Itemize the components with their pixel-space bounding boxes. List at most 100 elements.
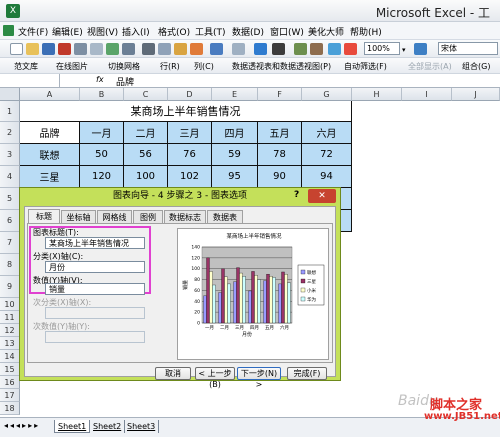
workbook-icon[interactable] [3,25,14,36]
row-header[interactable]: 10 [0,298,20,311]
menu-beautify[interactable]: 美化大师 [308,25,344,38]
row-header[interactable]: 8 [0,254,20,276]
column-header[interactable]: G [302,88,352,101]
toolbar-show-all[interactable]: 全部显示(A) [408,61,452,72]
column-header[interactable]: C [124,88,168,101]
finish-button[interactable]: 完成(F) [287,367,327,380]
x-axis-input[interactable]: 月份 [45,261,145,273]
save-icon[interactable] [42,43,55,55]
row-header[interactable]: 7 [0,232,20,254]
y-axis-input[interactable]: 销量 [45,283,145,295]
print-icon[interactable] [74,43,87,55]
row-header[interactable]: 15 [0,363,20,376]
tab-gridlines[interactable]: 网格线 [97,210,132,223]
value-cell[interactable]: 120 [80,166,124,188]
fx-icon[interactable]: fx [96,75,104,84]
zoom-chevron-down-icon[interactable]: ▾ [402,46,406,54]
copy-icon[interactable] [158,43,171,55]
toolbar-pivot[interactable]: 数据透视表和数据透视图(P) [232,61,331,72]
value-cell[interactable]: 94 [302,166,352,188]
next-button[interactable]: 下一步(N) > [237,367,281,389]
value-cell[interactable]: 56 [124,144,168,166]
value-cell[interactable]: 100 [124,166,168,188]
brand-cell[interactable]: 联想 [20,144,80,166]
chart-title-input[interactable]: 某商场上半年销售情况 [45,237,145,249]
row-header[interactable]: 11 [0,311,20,324]
drawing-icon[interactable] [344,43,357,55]
zoom-select[interactable]: 100% [364,42,400,55]
tab-legend[interactable]: 图例 [133,210,163,223]
menu-view[interactable]: 视图(V) [87,25,118,38]
column-header[interactable]: D [168,88,212,101]
row-header[interactable]: 13 [0,337,20,350]
paste-icon[interactable] [174,43,187,55]
menu-window[interactable]: 窗口(W) [270,25,304,38]
row-header[interactable]: 1 [0,101,20,122]
cut-icon[interactable] [142,43,155,55]
header-cell[interactable]: 三月 [168,122,212,144]
toolbar-fanwenku[interactable]: 范文库 [14,61,38,72]
tab-sheet3[interactable]: Sheet3 [124,420,160,433]
toolbar-toggle-grid[interactable]: 切换网格 [108,61,140,72]
column-header[interactable]: J [452,88,500,101]
menu-edit[interactable]: 编辑(E) [52,25,83,38]
row-header[interactable]: 16 [0,376,20,389]
spelling-icon[interactable] [106,43,119,55]
undo-icon[interactable] [210,43,223,55]
excel-app-icon[interactable]: X [6,4,20,18]
row-header[interactable]: 14 [0,350,20,363]
permission-icon[interactable] [58,43,71,55]
table-title[interactable]: 某商场上半年销售情况 [20,101,352,122]
toolbar-row[interactable]: 行(R) [160,61,180,72]
row-header[interactable]: 5 [0,188,20,210]
redo-icon[interactable] [232,43,245,55]
row-header[interactable]: 4 [0,166,20,188]
header-cell[interactable]: 五月 [258,122,302,144]
format-painter-icon[interactable] [190,43,203,55]
row-header[interactable]: 18 [0,402,20,415]
open-icon[interactable] [26,43,39,55]
value-cell[interactable]: 50 [80,144,124,166]
header-cell[interactable]: 四月 [212,122,258,144]
close-button[interactable]: ✕ [308,189,336,203]
column-header[interactable]: B [80,88,124,101]
formula-value[interactable]: 品牌 [116,75,134,88]
select-all-corner[interactable] [0,88,20,101]
name-box[interactable] [0,74,60,87]
research-icon[interactable] [122,43,135,55]
print-preview-icon[interactable] [90,43,103,55]
column-header[interactable]: A [20,88,80,101]
value-cell[interactable]: 90 [258,166,302,188]
tab-sheet2[interactable]: Sheet2 [90,420,126,433]
row-header[interactable]: 9 [0,276,20,298]
new-icon[interactable] [10,43,23,55]
hyperlink-icon[interactable] [254,43,267,55]
value-cell[interactable]: 72 [302,144,352,166]
tab-axes[interactable]: 坐标轴 [61,210,96,223]
menu-file[interactable]: 文件(F) [18,25,48,38]
tab-data-table[interactable]: 数据表 [207,210,243,223]
menu-data[interactable]: 数据(D) [232,25,264,38]
column-header[interactable]: I [402,88,452,101]
brand-cell[interactable]: 三星 [20,166,80,188]
row-header[interactable]: 12 [0,324,20,337]
toolbar-group[interactable]: 组合(G) [462,61,490,72]
back-button[interactable]: < 上一步(B) [195,367,235,389]
help-icon[interactable] [414,43,427,55]
menu-insert[interactable]: 插入(I) [122,25,150,38]
value-cell[interactable]: 78 [258,144,302,166]
tab-scroll-arrows-icon[interactable]: ◂◂◂▸▸▸ [4,421,40,430]
value-cell[interactable]: 102 [168,166,212,188]
secondary-y-axis-input[interactable] [45,331,145,343]
value-cell[interactable]: 59 [212,144,258,166]
header-cell[interactable]: 二月 [124,122,168,144]
header-cell-brand[interactable]: 品牌 [20,122,80,144]
help-button[interactable]: ? [294,190,299,200]
tab-data-labels[interactable]: 数据标志 [164,210,206,223]
tab-sheet1[interactable]: Sheet1 [54,420,91,433]
menu-format[interactable]: 格式(O) [158,25,190,38]
toolbar-online-images[interactable]: 在线图片 [56,61,88,72]
autosum-icon[interactable] [272,43,285,55]
column-header[interactable]: F [258,88,302,101]
column-header[interactable]: E [212,88,258,101]
